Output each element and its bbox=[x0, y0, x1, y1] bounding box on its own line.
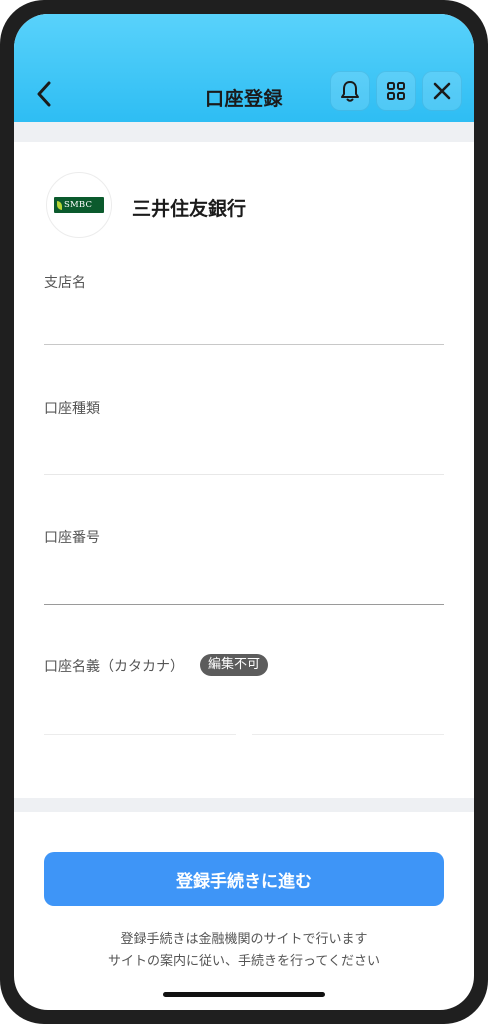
holder-last-name-field bbox=[44, 734, 236, 735]
home-indicator[interactable] bbox=[163, 992, 325, 997]
holder-first-name-field bbox=[252, 734, 444, 735]
branch-input[interactable] bbox=[44, 344, 444, 345]
smbc-logo: SMBC bbox=[54, 197, 104, 213]
app-screen: 口座登録 SMBC 三井住友銀行 支店名 口座種類 口座番号 口座名義（カタカナ… bbox=[14, 14, 474, 1010]
account-number-label: 口座番号 bbox=[44, 530, 100, 546]
notification-button[interactable] bbox=[330, 71, 370, 111]
bank-name: 三井住友銀行 bbox=[132, 198, 247, 220]
section-divider bbox=[14, 122, 474, 142]
branch-label: 支店名 bbox=[44, 275, 86, 291]
grid-icon bbox=[387, 82, 405, 100]
menu-grid-button[interactable] bbox=[376, 71, 416, 111]
bell-icon bbox=[341, 81, 359, 102]
leaf-icon bbox=[57, 200, 62, 210]
not-editable-badge: 編集不可 bbox=[200, 654, 269, 676]
close-icon bbox=[433, 82, 451, 100]
account-type-select[interactable] bbox=[44, 474, 444, 475]
bank-logo: SMBC bbox=[46, 172, 112, 238]
logo-text: SMBC bbox=[64, 200, 93, 210]
app-header: 口座登録 bbox=[14, 14, 474, 122]
footer-divider bbox=[14, 798, 474, 812]
note-line-1: 登録手続きは金融機関のサイトで行います bbox=[120, 932, 368, 947]
phone-frame: 口座登録 SMBC 三井住友銀行 支店名 口座種類 口座番号 口座名義（カタカナ… bbox=[0, 0, 488, 1024]
account-number-input[interactable] bbox=[44, 604, 444, 605]
close-button[interactable] bbox=[422, 71, 462, 111]
note-line-2: サイトの案内に従い、手続きを行ってください bbox=[108, 954, 380, 969]
account-type-label: 口座種類 bbox=[44, 401, 100, 417]
proceed-registration-button[interactable]: 登録手続きに進む bbox=[44, 852, 444, 906]
account-holder-label: 口座名義（カタカナ） bbox=[44, 659, 184, 675]
